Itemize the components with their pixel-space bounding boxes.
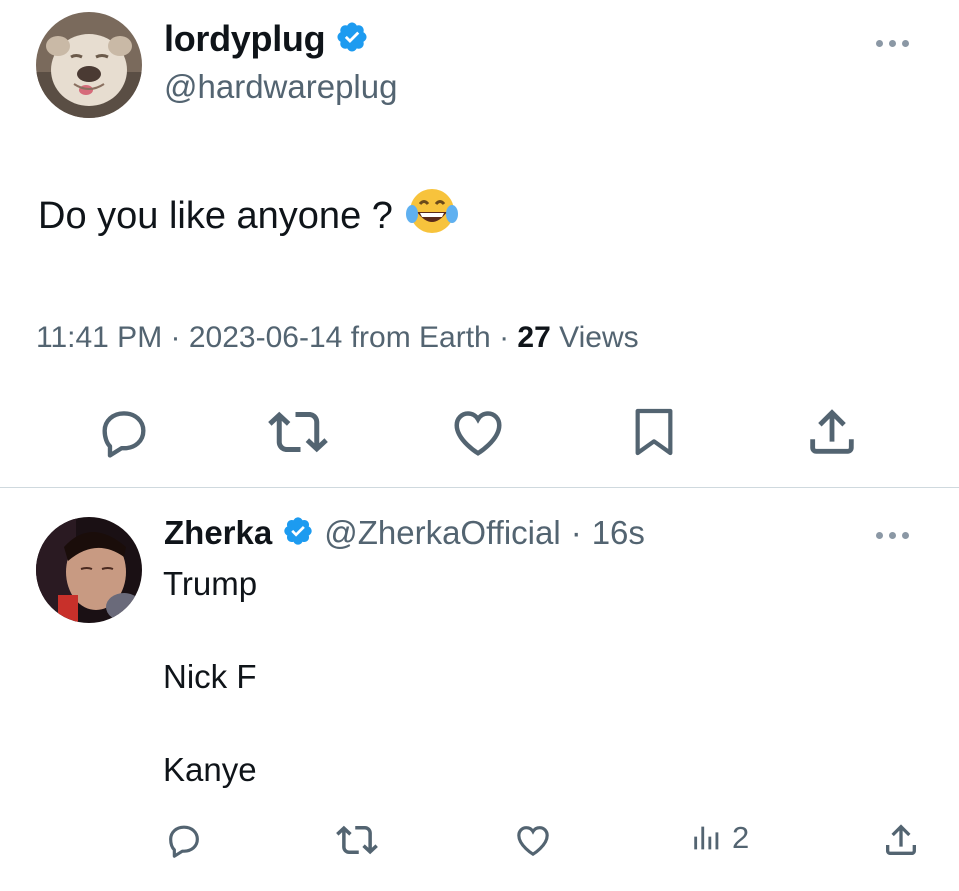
views-count: 27 — [517, 321, 551, 354]
reply-text-line: Kanye — [163, 751, 257, 788]
like-icon — [454, 411, 502, 456]
more-options-icon[interactable] — [876, 40, 909, 47]
like-button[interactable] — [511, 818, 555, 862]
like-button[interactable] — [446, 400, 510, 464]
share-button[interactable] — [800, 400, 864, 464]
timestamp[interactable]: 16s — [592, 514, 645, 552]
tweet-metadata: 11:41 PM · 2023-06-14 from Earth · 27 Vi… — [36, 321, 639, 355]
like-icon — [517, 826, 549, 857]
share-icon — [886, 824, 916, 855]
divider — [0, 487, 959, 488]
verified-badge-icon — [282, 515, 314, 552]
tweet-source: from Earth — [350, 321, 491, 354]
bookmark-icon — [635, 408, 673, 456]
tweet-text: Do you like anyone ? — [38, 194, 393, 237]
reply-text-line: Nick F — [163, 658, 257, 695]
tweet-date[interactable]: 2023-06-14 — [189, 321, 342, 354]
reply-text-line: Trump — [163, 565, 258, 602]
reply-button[interactable] — [92, 400, 156, 464]
display-name[interactable]: lordyplug — [164, 18, 326, 60]
person-avatar-image — [36, 517, 142, 623]
handle[interactable]: @ZherkaOfficial — [324, 514, 560, 552]
retweet-icon — [268, 411, 328, 453]
separator: · — [170, 321, 181, 354]
separator: · — [499, 321, 510, 354]
display-name[interactable]: Zherka — [164, 514, 272, 552]
reply-icon — [102, 411, 146, 458]
views-icon — [694, 826, 719, 850]
retweet-icon — [336, 825, 378, 855]
share-button[interactable] — [879, 818, 923, 862]
reply-button[interactable] — [162, 818, 206, 862]
laughing-emoji-icon — [405, 186, 459, 246]
bookmark-button[interactable] — [622, 400, 686, 464]
bulldog-avatar-image — [36, 12, 142, 118]
reply-icon — [169, 825, 199, 858]
handle[interactable]: @hardwareplug — [164, 68, 397, 106]
retweet-button[interactable] — [266, 400, 330, 464]
more-options-icon[interactable] — [876, 532, 909, 539]
views-count: 2 — [732, 820, 750, 855]
separator: · — [570, 514, 582, 551]
retweet-button[interactable] — [334, 818, 380, 862]
views-label: Views — [559, 321, 639, 354]
avatar[interactable] — [36, 12, 142, 118]
tweet-time[interactable]: 11:41 PM — [36, 321, 162, 354]
avatar[interactable] — [36, 517, 142, 623]
verified-badge-icon — [335, 20, 369, 59]
share-icon — [810, 409, 854, 454]
views-button[interactable]: 2 — [690, 820, 749, 856]
